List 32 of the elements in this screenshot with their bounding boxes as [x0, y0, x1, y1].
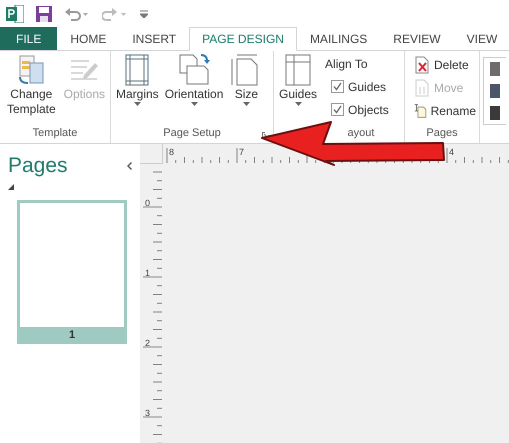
group-label: Pages: [425, 127, 459, 141]
customize-toolbar-icon[interactable]: [140, 10, 148, 18]
checkbox-icon[interactable]: [331, 80, 344, 93]
rename-page-icon: [414, 102, 427, 120]
orientation-icon: [177, 53, 212, 87]
align-checkbox[interactable]: Objects: [325, 98, 389, 121]
page-action-button[interactable]: Rename: [414, 99, 476, 122]
align-to-label: Align To: [325, 56, 369, 73]
color-scheme-gallery[interactable]: [483, 57, 506, 125]
move-page-icon: [414, 78, 430, 96]
page-setup-button[interactable]: Orientation: [162, 53, 226, 106]
page-setup-button[interactable]: Margins: [114, 53, 161, 106]
save-icon[interactable]: [36, 6, 52, 22]
expand-triangle-icon[interactable]: [8, 184, 14, 190]
group-label: Page Setup: [163, 127, 221, 141]
vertical-ruler: 0 1 2 3: [140, 164, 164, 443]
undo-icon[interactable]: [64, 6, 90, 20]
template-button[interactable]: Change Template: [3, 53, 60, 121]
group-label: ayout: [346, 127, 376, 141]
app-logo-icon: [6, 4, 24, 22]
page-thumbnail[interactable]: 1: [17, 200, 127, 344]
page-setup-button[interactable]: Size: [227, 53, 266, 106]
file-tab[interactable]: FILE: [0, 27, 58, 50]
delete-page-icon: [414, 56, 430, 74]
checkbox-icon[interactable]: [331, 103, 344, 116]
page-action-button[interactable]: Delete: [414, 53, 476, 76]
pane-title: Pages: [8, 154, 68, 178]
guides-button[interactable]: Guides: [277, 53, 320, 106]
ribbon-tab[interactable]: PAGE DESIGN: [189, 27, 297, 51]
align-checkbox[interactable]: Guides: [325, 75, 389, 98]
group-label: Template: [32, 127, 78, 141]
collapse-icon[interactable]: [127, 162, 132, 170]
